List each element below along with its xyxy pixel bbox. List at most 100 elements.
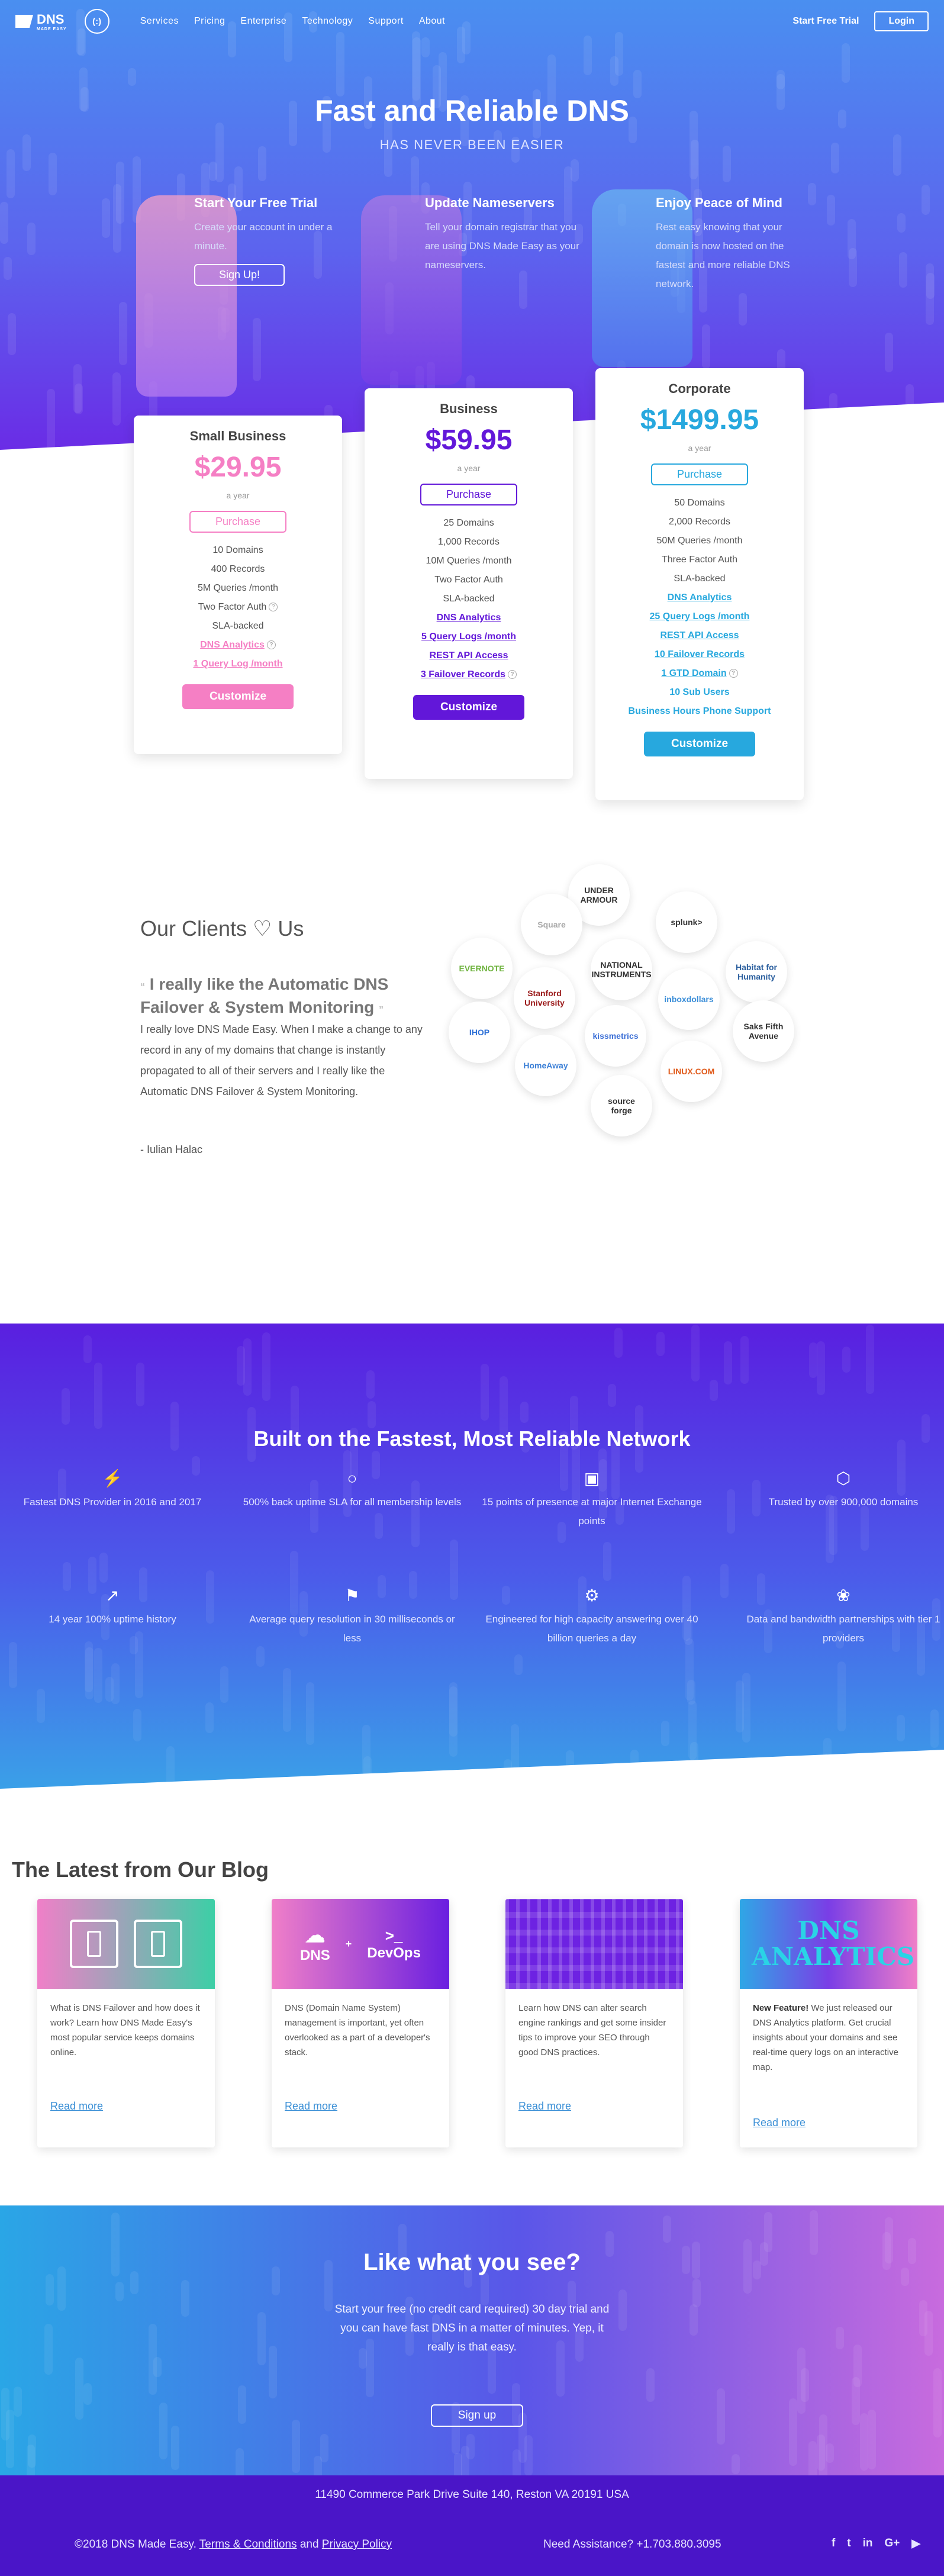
nav-link-services[interactable]: Services bbox=[140, 16, 179, 27]
rain-streak-decoration bbox=[723, 1341, 732, 1384]
network-feature: ⚡ Fastest DNS Provider in 2016 and 2017 bbox=[0, 1469, 225, 1512]
nav-link-pricing[interactable]: Pricing bbox=[194, 16, 225, 27]
network-feature: ❀ Data and bandwidth partnerships with ti… bbox=[731, 1586, 944, 1648]
hero-signup-button[interactable]: Sign Up! bbox=[194, 264, 285, 286]
nav-link-technology[interactable]: Technology bbox=[302, 16, 353, 27]
google-plus-icon[interactable]: G+ bbox=[885, 2537, 900, 2551]
plan-features: 25 Domains 1,000 Records 10M Queries /mont… bbox=[365, 514, 573, 684]
read-more-link[interactable]: Read more bbox=[753, 2117, 806, 2129]
rain-streak-decoration bbox=[313, 2456, 322, 2475]
youtube-icon[interactable]: ▶ bbox=[911, 2537, 920, 2551]
help-icon[interactable]: ? bbox=[269, 603, 278, 612]
server-icon bbox=[70, 1920, 118, 1968]
nav-link-enterprise[interactable]: Enterprise bbox=[240, 16, 286, 27]
rain-streak-decoration bbox=[374, 1512, 383, 1539]
plan-card-corporate: Corporate $1499.95 a year Purchase 50 Domain… bbox=[595, 368, 804, 800]
plan-feature[interactable]: REST API Access bbox=[595, 626, 804, 645]
quote-title: “ I really like the Automatic DNS Failov… bbox=[140, 975, 389, 1016]
plan-feature[interactable]: 5 Query Logs /month bbox=[365, 627, 573, 646]
help-icon[interactable]: ? bbox=[266, 640, 276, 650]
rain-streak-decoration bbox=[646, 2368, 655, 2402]
customize-button[interactable]: Customize bbox=[643, 732, 756, 756]
login-button[interactable]: Login bbox=[874, 11, 929, 31]
nav-link-about[interactable]: About bbox=[419, 16, 445, 27]
purchase-button[interactable]: Purchase bbox=[189, 511, 287, 533]
plan-price: $1499.95 bbox=[640, 404, 759, 436]
rain-streak-decoration bbox=[305, 1682, 314, 1746]
rain-streak-decoration bbox=[608, 1383, 617, 1408]
plan-feature[interactable]: DNS Analytics bbox=[595, 588, 804, 607]
rain-streak-decoration bbox=[899, 252, 908, 288]
rain-streak-decoration bbox=[691, 1324, 700, 1382]
twitter-icon[interactable]: t bbox=[847, 2537, 850, 2551]
customize-button[interactable]: Customize bbox=[182, 684, 294, 709]
rain-streak-decoration bbox=[860, 2413, 869, 2471]
rain-streak-decoration bbox=[823, 1738, 832, 1779]
plan-feature[interactable]: DNS Analytics bbox=[365, 608, 573, 627]
plan-period: a year bbox=[688, 443, 711, 453]
plan-feature[interactable]: DNS Analytics? bbox=[134, 636, 342, 655]
network-section: Built on the Fastest, Most Reliable Netw… bbox=[0, 1324, 944, 1789]
rain-streak-decoration bbox=[363, 1756, 372, 1789]
facebook-icon[interactable]: f bbox=[832, 2537, 835, 2551]
plan-feature[interactable]: 1 Query Log /month bbox=[134, 655, 342, 674]
purchase-button[interactable]: Purchase bbox=[420, 484, 518, 505]
plan-name: Business bbox=[440, 401, 498, 416]
rain-streak-decoration bbox=[740, 1335, 749, 1384]
rain-streak-decoration bbox=[739, 293, 748, 326]
client-logo: inboxdollars bbox=[658, 968, 720, 1030]
help-icon[interactable]: ? bbox=[729, 669, 738, 678]
rain-streak-decoration bbox=[13, 2386, 22, 2417]
feature-icon: ❀ bbox=[836, 1586, 850, 1605]
rain-streak-decoration bbox=[292, 2420, 301, 2474]
plan-name: Small Business bbox=[189, 429, 286, 443]
client-logo: Habitat for Humanity bbox=[726, 941, 787, 1003]
rain-streak-decoration bbox=[283, 1667, 292, 1733]
dns-made-easy-logo[interactable]: DNS MADE EASY bbox=[15, 12, 67, 31]
step-title: Enjoy Peace of Mind bbox=[656, 195, 782, 210]
rain-streak-decoration bbox=[826, 195, 835, 226]
feature-icon: ⬡ bbox=[836, 1469, 851, 1487]
client-logo: splunk> bbox=[656, 891, 717, 953]
terms-link[interactable]: Terms & Conditions bbox=[199, 2538, 297, 2551]
plan-feature[interactable]: 25 Query Logs /month bbox=[595, 607, 804, 626]
read-more-link[interactable]: Read more bbox=[50, 2100, 103, 2113]
plan-price: $29.95 bbox=[194, 452, 282, 483]
privacy-link[interactable]: Privacy Policy bbox=[322, 2538, 392, 2551]
network-feature: ○ 500% back uptime SLA for all membership… bbox=[240, 1469, 465, 1512]
rain-streak-decoration bbox=[897, 1714, 906, 1742]
cloud-icon: ☁ bbox=[305, 1924, 326, 1947]
plan-feature: Three Factor Auth bbox=[661, 555, 738, 565]
plus-icon: + bbox=[345, 1937, 352, 1950]
blog-post-text: New Feature! We just released our DNS An… bbox=[753, 2003, 898, 2072]
client-logo: NATIONAL INSTRUMENTS bbox=[591, 939, 652, 1000]
read-more-link[interactable]: Read more bbox=[518, 2100, 571, 2113]
rain-streak-decoration bbox=[460, 2445, 469, 2475]
client-logo: IHOP bbox=[449, 1002, 510, 1063]
linkedin-icon[interactable]: in bbox=[863, 2537, 873, 2551]
cta-section: Like what you see? Start your free (no c… bbox=[0, 2205, 944, 2475]
rain-streak-decoration bbox=[520, 1401, 529, 1424]
purchase-button[interactable]: Purchase bbox=[650, 463, 749, 485]
rain-streak-decoration bbox=[94, 1647, 102, 1703]
cta-signup-button[interactable]: Sign up bbox=[431, 2404, 523, 2427]
rain-streak-decoration bbox=[48, 153, 57, 196]
client-logo: Square bbox=[521, 894, 582, 955]
read-more-link[interactable]: Read more bbox=[285, 2100, 337, 2113]
rain-streak-decoration bbox=[47, 389, 56, 450]
start-free-trial-link[interactable]: Start Free Trial bbox=[792, 16, 859, 27]
plan-feature: 50 Domains bbox=[674, 498, 725, 508]
plan-feature[interactable]: 10 Failover Records bbox=[595, 645, 804, 664]
plan-feature[interactable]: REST API Access bbox=[365, 646, 573, 665]
plan-feature: 10 Domains bbox=[212, 545, 263, 555]
rain-streak-decoration bbox=[566, 1750, 575, 1773]
plan-feature[interactable]: 1 GTD Domain? bbox=[595, 664, 804, 683]
help-icon[interactable]: ? bbox=[508, 670, 517, 680]
customize-button[interactable]: Customize bbox=[413, 695, 525, 720]
blog-post-text: DNS (Domain Name System) management is i… bbox=[285, 2003, 430, 2057]
plan-feature[interactable]: 3 Failover Records? bbox=[365, 665, 573, 684]
rain-streak-decoration bbox=[205, 1702, 214, 1733]
rain-streak-decoration bbox=[808, 1342, 817, 1379]
nav-link-support[interactable]: Support bbox=[368, 16, 404, 27]
rain-streak-decoration bbox=[253, 317, 262, 381]
